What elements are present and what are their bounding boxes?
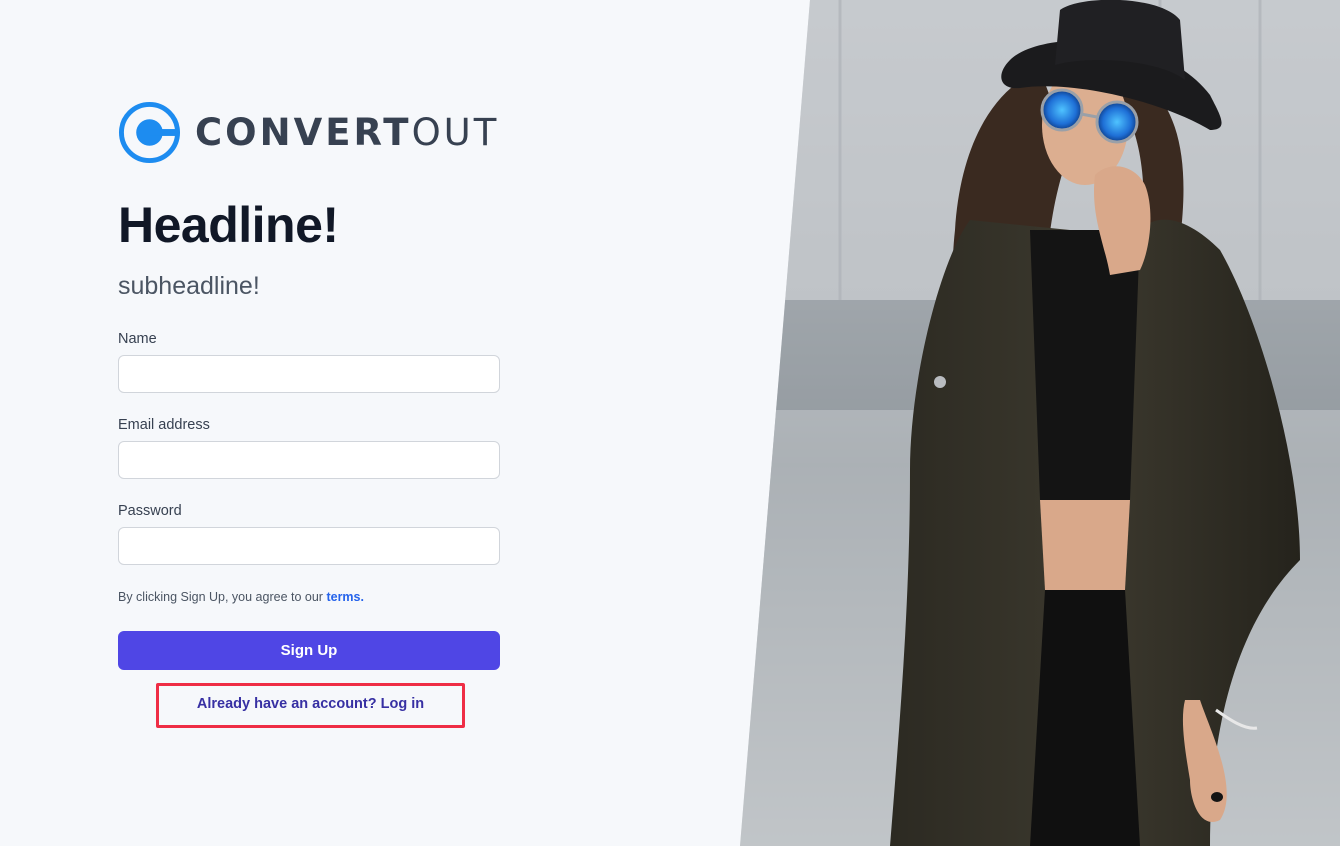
login-link-highlight: Already have an account? Log in bbox=[156, 683, 465, 728]
name-label: Name bbox=[118, 331, 157, 347]
name-input[interactable] bbox=[118, 355, 500, 393]
brand-logo: CONVERTOUT bbox=[118, 100, 500, 164]
signup-page: CONVERTOUT Headline! subheadline! Name E… bbox=[0, 0, 1340, 846]
password-label: Password bbox=[118, 503, 182, 519]
page-subheadline: subheadline! bbox=[118, 272, 260, 300]
convertout-logo-icon bbox=[118, 101, 181, 163]
name-field-group: Name bbox=[118, 330, 500, 393]
email-field-group: Email address bbox=[118, 416, 500, 479]
hero-photo-image bbox=[740, 0, 1340, 846]
log-in-link[interactable]: Already have an account? Log in bbox=[197, 696, 424, 712]
sign-up-button[interactable]: Sign Up bbox=[118, 631, 500, 670]
terms-prefix: By clicking Sign Up, you agree to our bbox=[118, 590, 327, 604]
email-input[interactable] bbox=[118, 441, 500, 479]
page-headline: Headline! bbox=[118, 197, 339, 253]
terms-notice: By clicking Sign Up, you agree to our te… bbox=[118, 589, 364, 605]
brand-wordmark: CONVERTOUT bbox=[195, 114, 499, 151]
email-label: Email address bbox=[118, 417, 210, 433]
password-input[interactable] bbox=[118, 527, 500, 565]
hero-photo bbox=[740, 0, 1340, 846]
signup-form-column: CONVERTOUT Headline! subheadline! Name E… bbox=[118, 100, 500, 728]
brand-wordmark-bold: CONVERT bbox=[195, 110, 412, 154]
terms-link[interactable]: terms. bbox=[326, 590, 364, 604]
brand-wordmark-light: OUT bbox=[411, 110, 500, 154]
password-field-group: Password bbox=[118, 502, 500, 565]
